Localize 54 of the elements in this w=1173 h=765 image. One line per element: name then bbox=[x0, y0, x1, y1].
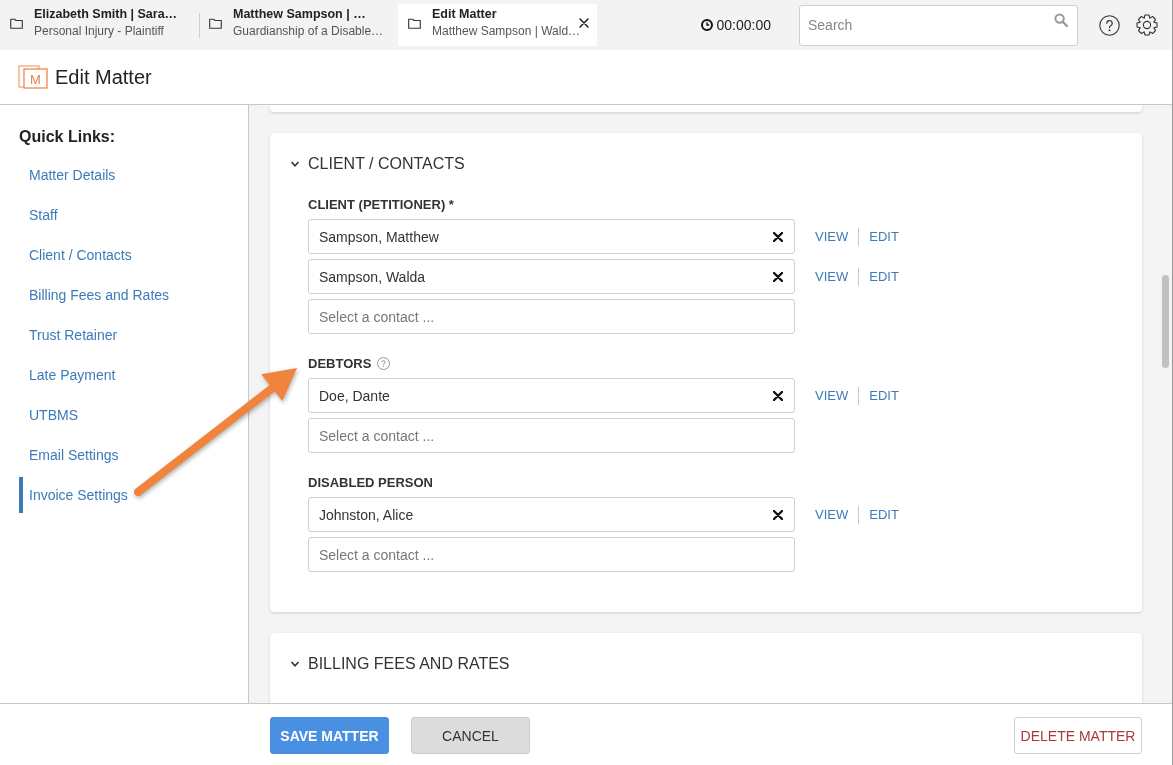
chevron-down-icon[interactable] bbox=[290, 159, 300, 169]
delete-button[interactable]: DELETE MATTER bbox=[1014, 717, 1142, 754]
contact-search-field[interactable]: Select a contact ... bbox=[308, 299, 795, 334]
contact-search-field[interactable]: Select a contact ... bbox=[308, 537, 795, 572]
clock-icon bbox=[700, 19, 713, 31]
section-title: CLIENT / CONTACTS bbox=[308, 155, 465, 173]
action-link[interactable]: VIEW bbox=[815, 229, 849, 244]
contact-select[interactable]: Sampson, Matthew bbox=[308, 219, 795, 254]
action-link[interactable]: EDIT bbox=[869, 229, 899, 244]
save-button[interactable]: SAVE MATTER bbox=[270, 717, 389, 754]
close-icon[interactable] bbox=[773, 509, 783, 520]
page-title: Edit Matter bbox=[55, 65, 152, 89]
contact-select[interactable]: Johnston, Alice bbox=[308, 497, 795, 532]
quick-link[interactable]: Client / Contacts bbox=[19, 237, 132, 273]
matter-tab[interactable]: Elizabeth Smith | Sara… Personal Injury - Plaintiff bbox=[0, 4, 199, 46]
quick-link[interactable]: Staff bbox=[19, 197, 58, 233]
close-icon[interactable] bbox=[773, 231, 783, 242]
matter-tab[interactable]: Edit Matter Matthew Sampson | Wald… bbox=[398, 4, 597, 46]
quick-link[interactable]: Email Settings bbox=[19, 437, 119, 473]
help-icon[interactable] bbox=[1099, 14, 1120, 36]
chevron-down-icon[interactable] bbox=[290, 659, 300, 669]
close-icon[interactable] bbox=[773, 271, 783, 282]
contact-select[interactable]: Doe, Dante bbox=[308, 378, 795, 413]
quick-link[interactable]: Invoice Settings bbox=[19, 477, 128, 513]
field-label: DISABLED PERSON bbox=[308, 474, 433, 490]
folder-icon bbox=[408, 18, 421, 29]
search-icon bbox=[1054, 12, 1068, 27]
quick-link[interactable]: UTBMS bbox=[19, 397, 78, 433]
quick-link[interactable]: Late Payment bbox=[19, 357, 116, 393]
contact-select[interactable]: Sampson, Walda bbox=[308, 259, 795, 294]
section-title: BILLING FEES AND RATES bbox=[308, 655, 510, 673]
close-icon[interactable] bbox=[773, 390, 783, 401]
quick-link[interactable]: Trust Retainer bbox=[19, 317, 118, 353]
field-label: DEBTORS bbox=[308, 355, 372, 371]
search-field[interactable]: Search bbox=[799, 4, 1078, 46]
folder-icon bbox=[10, 18, 23, 29]
quick-links-heading: Quick Links: bbox=[19, 127, 116, 147]
action-link[interactable]: EDIT bbox=[869, 388, 899, 403]
action-link[interactable]: EDIT bbox=[869, 269, 899, 284]
quick-link[interactable]: Billing Fees and Rates bbox=[19, 277, 170, 313]
action-link[interactable]: EDIT bbox=[869, 507, 899, 522]
matter-tab[interactable]: Matthew Sampson | … Guardianship of a Disable… bbox=[199, 4, 398, 46]
action-link[interactable]: VIEW bbox=[815, 388, 849, 403]
close-icon[interactable] bbox=[579, 18, 589, 28]
cancel-button[interactable]: CANCEL bbox=[411, 717, 530, 754]
scrollbar-thumb[interactable] bbox=[1162, 275, 1169, 368]
contact-search-field[interactable]: Select a contact ... bbox=[308, 418, 795, 453]
quick-link[interactable]: Matter Details bbox=[19, 157, 116, 193]
folder-icon bbox=[209, 18, 222, 29]
action-link[interactable]: VIEW bbox=[815, 269, 849, 284]
field-label: CLIENT (PETITIONER) * bbox=[308, 196, 454, 212]
timer-text: 00:00:00 bbox=[716, 17, 771, 33]
settings-icon[interactable] bbox=[1136, 14, 1158, 36]
action-link[interactable]: VIEW bbox=[815, 507, 849, 522]
